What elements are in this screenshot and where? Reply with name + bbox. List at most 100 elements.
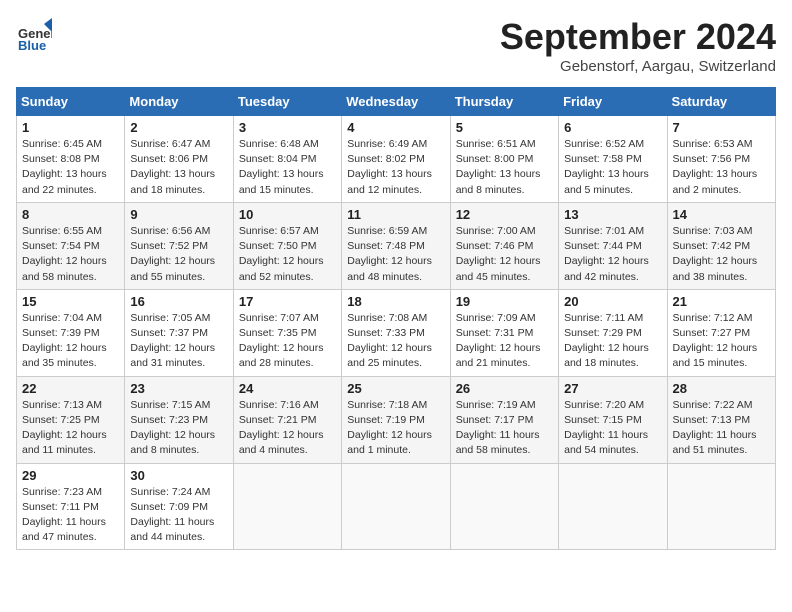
day-info: Sunrise: 6:59 AMSunset: 7:48 PMDaylight:… [347, 224, 444, 285]
day-number: 23 [130, 381, 227, 396]
day-number: 25 [347, 381, 444, 396]
logo: General Blue [16, 16, 56, 52]
day-number: 19 [456, 294, 553, 309]
calendar-cell: 20 Sunrise: 7:11 AMSunset: 7:29 PMDayligh… [559, 289, 667, 376]
day-number: 30 [130, 468, 227, 483]
calendar-cell: 26 Sunrise: 7:19 AMSunset: 7:17 PMDayligh… [450, 376, 558, 463]
calendar-cell: 12 Sunrise: 7:00 AMSunset: 7:46 PMDayligh… [450, 202, 558, 289]
day-info: Sunrise: 7:09 AMSunset: 7:31 PMDaylight:… [456, 311, 553, 372]
svg-text:Blue: Blue [18, 38, 46, 52]
day-info: Sunrise: 6:47 AMSunset: 8:06 PMDaylight:… [130, 137, 227, 198]
day-info: Sunrise: 7:19 AMSunset: 7:17 PMDaylight:… [456, 398, 553, 459]
calendar-cell: 13 Sunrise: 7:01 AMSunset: 7:44 PMDayligh… [559, 202, 667, 289]
day-number: 27 [564, 381, 661, 396]
day-number: 20 [564, 294, 661, 309]
calendar-cell: 25 Sunrise: 7:18 AMSunset: 7:19 PMDayligh… [342, 376, 450, 463]
day-info: Sunrise: 7:11 AMSunset: 7:29 PMDaylight:… [564, 311, 661, 372]
calendar-cell: 9 Sunrise: 6:56 AMSunset: 7:52 PMDaylight… [125, 202, 233, 289]
day-number: 26 [456, 381, 553, 396]
day-info: Sunrise: 6:56 AMSunset: 7:52 PMDaylight:… [130, 224, 227, 285]
day-number: 21 [673, 294, 770, 309]
calendar-cell: 3 Sunrise: 6:48 AMSunset: 8:04 PMDaylight… [233, 116, 341, 203]
day-number: 4 [347, 120, 444, 135]
day-number: 12 [456, 207, 553, 222]
calendar-cell: 24 Sunrise: 7:16 AMSunset: 7:21 PMDayligh… [233, 376, 341, 463]
calendar-cell [559, 463, 667, 550]
day-info: Sunrise: 7:23 AMSunset: 7:11 PMDaylight:… [22, 485, 119, 546]
calendar-cell: 16Sunrise: 7:05 AMSunset: 7:37 PMDayligh… [125, 289, 233, 376]
day-info: Sunrise: 7:00 AMSunset: 7:46 PMDaylight:… [456, 224, 553, 285]
day-info: Sunrise: 7:20 AMSunset: 7:15 PMDaylight:… [564, 398, 661, 459]
calendar-cell: 2 Sunrise: 6:47 AMSunset: 8:06 PMDaylight… [125, 116, 233, 203]
day-number: 2 [130, 120, 227, 135]
calendar-week-row: 22 Sunrise: 7:13 AMSunset: 7:25 PMDayligh… [17, 376, 776, 463]
day-info: Sunrise: 6:49 AMSunset: 8:02 PMDaylight:… [347, 137, 444, 198]
calendar-cell: 6 Sunrise: 6:52 AMSunset: 7:58 PMDaylight… [559, 116, 667, 203]
day-number: 5 [456, 120, 553, 135]
calendar-cell [667, 463, 775, 550]
day-number: 7 [673, 120, 770, 135]
day-number: 13 [564, 207, 661, 222]
calendar-cell: 19 Sunrise: 7:09 AMSunset: 7:31 PMDayligh… [450, 289, 558, 376]
calendar-cell [233, 463, 341, 550]
calendar-cell: 7 Sunrise: 6:53 AMSunset: 7:56 PMDaylight… [667, 116, 775, 203]
weekday-header: Saturday [667, 88, 775, 116]
day-info: Sunrise: 7:16 AMSunset: 7:21 PMDaylight:… [239, 398, 336, 459]
calendar-week-row: 8 Sunrise: 6:55 AMSunset: 7:54 PMDaylight… [17, 202, 776, 289]
day-number: 24 [239, 381, 336, 396]
weekday-header: Sunday [17, 88, 125, 116]
calendar-cell: 29Sunrise: 7:23 AMSunset: 7:11 PMDayligh… [17, 463, 125, 550]
day-number: 8 [22, 207, 119, 222]
calendar-header-row: SundayMondayTuesdayWednesdayThursdayFrid… [17, 88, 776, 116]
calendar-cell: 21Sunrise: 7:12 AMSunset: 7:27 PMDayligh… [667, 289, 775, 376]
day-info: Sunrise: 7:05 AMSunset: 7:37 PMDaylight:… [130, 311, 227, 372]
day-info: Sunrise: 7:07 AMSunset: 7:35 PMDaylight:… [239, 311, 336, 372]
calendar-cell: 22 Sunrise: 7:13 AMSunset: 7:25 PMDayligh… [17, 376, 125, 463]
day-number: 1 [22, 120, 119, 135]
day-info: Sunrise: 6:55 AMSunset: 7:54 PMDaylight:… [22, 224, 119, 285]
day-number: 22 [22, 381, 119, 396]
calendar-table: SundayMondayTuesdayWednesdayThursdayFrid… [16, 87, 776, 550]
day-info: Sunrise: 7:01 AMSunset: 7:44 PMDaylight:… [564, 224, 661, 285]
day-number: 9 [130, 207, 227, 222]
calendar-cell: 27 Sunrise: 7:20 AMSunset: 7:15 PMDayligh… [559, 376, 667, 463]
calendar-cell [450, 463, 558, 550]
day-number: 11 [347, 207, 444, 222]
weekday-header: Thursday [450, 88, 558, 116]
day-number: 6 [564, 120, 661, 135]
calendar-cell: 23 Sunrise: 7:15 AMSunset: 7:23 PMDayligh… [125, 376, 233, 463]
calendar-cell: 4 Sunrise: 6:49 AMSunset: 8:02 PMDaylight… [342, 116, 450, 203]
day-info: Sunrise: 7:08 AMSunset: 7:33 PMDaylight:… [347, 311, 444, 372]
day-info: Sunrise: 6:53 AMSunset: 7:56 PMDaylight:… [673, 137, 770, 198]
calendar-cell [342, 463, 450, 550]
calendar-cell: 5 Sunrise: 6:51 AMSunset: 8:00 PMDaylight… [450, 116, 558, 203]
calendar-cell: 18 Sunrise: 7:08 AMSunset: 7:33 PMDayligh… [342, 289, 450, 376]
weekday-header: Tuesday [233, 88, 341, 116]
page-header: General Blue September 2024 Gebenstorf, … [16, 16, 776, 75]
month-title: September 2024 [500, 16, 776, 58]
day-info: Sunrise: 7:18 AMSunset: 7:19 PMDaylight:… [347, 398, 444, 459]
day-number: 28 [673, 381, 770, 396]
day-info: Sunrise: 6:45 AMSunset: 8:08 PMDaylight:… [22, 137, 119, 198]
day-info: Sunrise: 6:51 AMSunset: 8:00 PMDaylight:… [456, 137, 553, 198]
calendar-cell: 10Sunrise: 6:57 AMSunset: 7:50 PMDayligh… [233, 202, 341, 289]
day-info: Sunrise: 7:24 AMSunset: 7:09 PMDaylight:… [130, 485, 227, 546]
day-info: Sunrise: 7:13 AMSunset: 7:25 PMDaylight:… [22, 398, 119, 459]
calendar-cell: 17 Sunrise: 7:07 AMSunset: 7:35 PMDayligh… [233, 289, 341, 376]
day-info: Sunrise: 7:15 AMSunset: 7:23 PMDaylight:… [130, 398, 227, 459]
day-number: 18 [347, 294, 444, 309]
day-number: 3 [239, 120, 336, 135]
calendar-cell: 14Sunrise: 7:03 AMSunset: 7:42 PMDayligh… [667, 202, 775, 289]
calendar-week-row: 29Sunrise: 7:23 AMSunset: 7:11 PMDayligh… [17, 463, 776, 550]
weekday-header: Monday [125, 88, 233, 116]
calendar-cell: 8 Sunrise: 6:55 AMSunset: 7:54 PMDaylight… [17, 202, 125, 289]
day-number: 17 [239, 294, 336, 309]
day-number: 10 [239, 207, 336, 222]
logo-icon: General Blue [16, 16, 52, 52]
calendar-week-row: 15Sunrise: 7:04 AMSunset: 7:39 PMDayligh… [17, 289, 776, 376]
title-block: September 2024 Gebenstorf, Aargau, Switz… [500, 16, 776, 75]
calendar-cell: 28Sunrise: 7:22 AMSunset: 7:13 PMDayligh… [667, 376, 775, 463]
day-info: Sunrise: 7:04 AMSunset: 7:39 PMDaylight:… [22, 311, 119, 372]
day-info: Sunrise: 6:48 AMSunset: 8:04 PMDaylight:… [239, 137, 336, 198]
day-info: Sunrise: 6:52 AMSunset: 7:58 PMDaylight:… [564, 137, 661, 198]
